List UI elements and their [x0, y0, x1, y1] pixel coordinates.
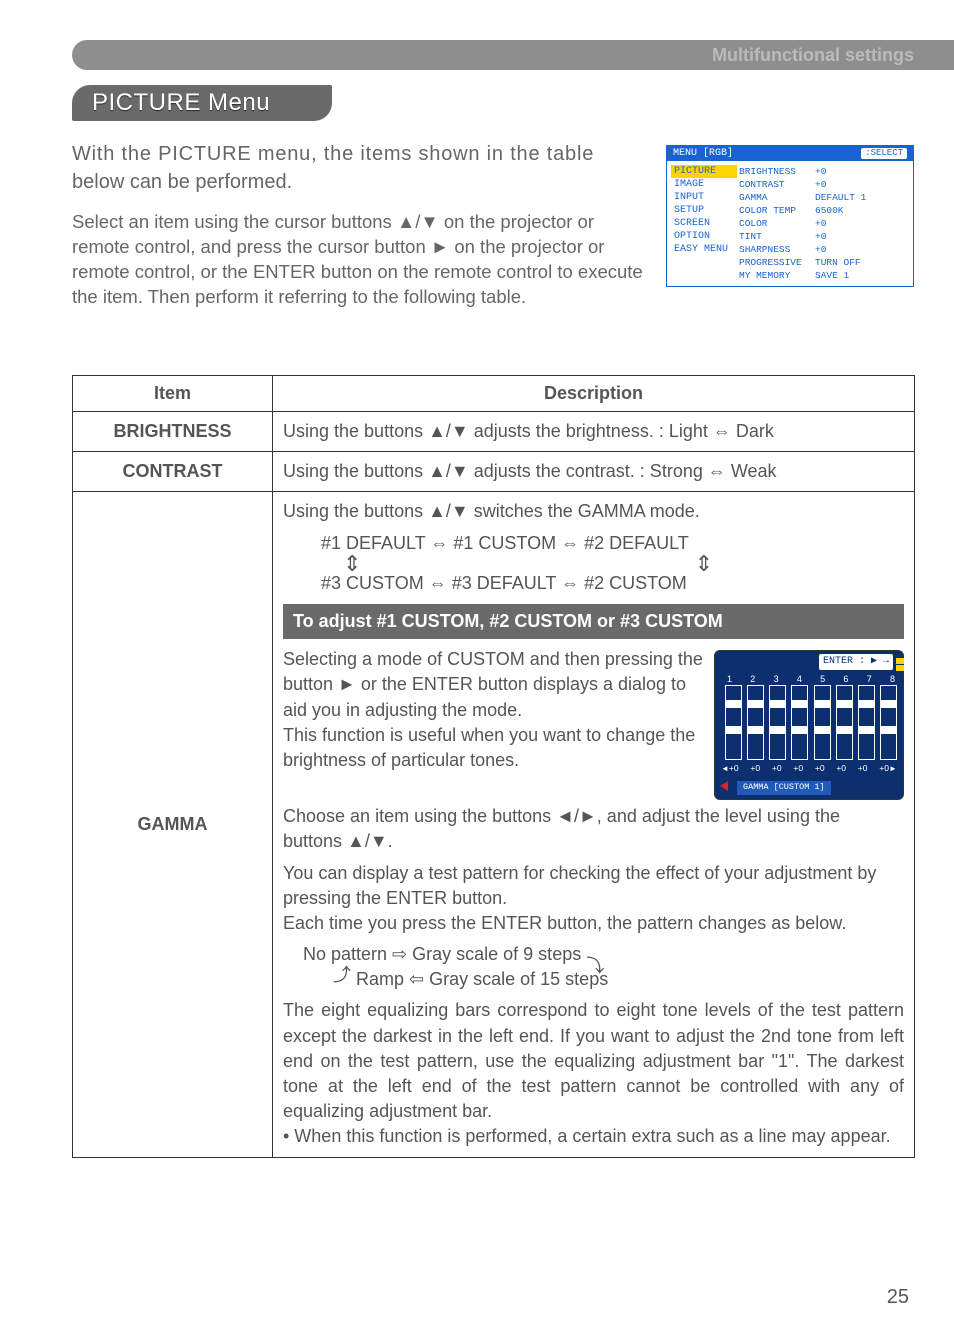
enter-eq-diagram: ENTER : ▶ → 1 2 3 4 5 6 7 8 +0: [714, 650, 904, 800]
osd-left-item-easymenu: EASY MENU: [671, 243, 737, 256]
yellow-slider-icon: [896, 657, 906, 677]
gamma-subheader: To adjust #1 CUSTOM, #2 CUSTOM or #3 CUS…: [283, 604, 904, 639]
osd-header: MENU [RGB] :SELECT: [667, 146, 913, 161]
section-title-chip: PICTURE Menu: [72, 85, 332, 121]
osd-r-colortemp: COLOR TEMP: [739, 205, 815, 216]
header-bar: Multifunctional settings: [72, 40, 954, 70]
eq-numbers: 1 2 3 4 5 6 7 8: [727, 673, 895, 686]
intro-paragraph-2: Select an item using the cursor buttons …: [72, 210, 652, 310]
osd-r-progressive: PROGRESSIVE: [739, 257, 815, 268]
osd-right-column: BRIGHTNESS+0 CONTRAST+0 GAMMADEFAULT 1 C…: [737, 165, 909, 282]
osd-left-column: PICTURE IMAGE INPUT SETUP SCREEN OPTION …: [671, 165, 737, 282]
osd-r-tint: TINT: [739, 231, 815, 242]
osd-select-badge: :SELECT: [861, 148, 907, 159]
osd-r-gamma: GAMMA: [739, 192, 815, 203]
osd-r-mymemory: MY MEMORY: [739, 270, 815, 281]
row-contrast-item: CONTRAST: [73, 452, 273, 492]
gamma-para3b: Each time you press the ENTER button, th…: [283, 911, 904, 936]
eq-bars: [725, 685, 897, 760]
row-brightness-desc: Using the buttons ▲/▼ adjusts the bright…: [273, 412, 915, 452]
gamma-flow2: Ramp ⇦ Gray scale of 15 steps: [356, 969, 608, 989]
gamma-flow1: No pattern ⇨ Gray scale of 9 steps: [303, 944, 581, 964]
osd-left-item-screen: SCREEN: [671, 217, 737, 230]
gamma-para3: You can display a test pattern for check…: [283, 861, 904, 911]
osd-r-color: COLOR: [739, 218, 815, 229]
col-item: Item: [73, 376, 273, 412]
gamma-para4: The eight equalizing bars correspond to …: [283, 998, 904, 1124]
osd-preview: MENU [RGB] :SELECT PICTURE IMAGE INPUT S…: [666, 145, 914, 287]
gamma-diag-line2: #3 CUSTOM ⇔ #3 DEFAULT ⇔ #2 CUSTOM: [321, 571, 904, 596]
osd-title: MENU [RGB]: [673, 148, 733, 159]
osd-left-item-input: INPUT: [671, 191, 737, 204]
osd-left-item-picture: PICTURE: [671, 165, 737, 178]
row-contrast-desc: Using the buttons ▲/▼ adjusts the contra…: [273, 452, 915, 492]
osd-r-brightness: BRIGHTNESS: [739, 166, 815, 177]
gamma-diag-line1: #1 DEFAULT ⇔ #1 CUSTOM ⇔ #2 DEFAULT: [321, 531, 904, 556]
row-brightness-item: BRIGHTNESS: [73, 412, 273, 452]
settings-table: Item Description BRIGHTNESS Using the bu…: [72, 375, 915, 1158]
gamma-para5: • When this function is performed, a cer…: [283, 1124, 904, 1149]
eq-values: +0 +0 +0 +0 +0 +0 +0 +0: [721, 763, 897, 775]
col-desc: Description: [273, 376, 915, 412]
osd-left-item-setup: SETUP: [671, 204, 737, 217]
gamma-custom-badge: GAMMA [CUSTOM 1]: [737, 781, 831, 795]
row-gamma-item: GAMMA: [73, 492, 273, 1157]
page-number: 25: [887, 1286, 909, 1309]
flow-down-arrow-icon: ⤵: [586, 954, 604, 979]
gamma-para2: Choose an item using the buttons ◄/►, an…: [283, 804, 904, 854]
enter-badge: ENTER : ▶ →: [819, 654, 893, 670]
red-triangle-icon: [720, 781, 728, 791]
section-title: PICTURE Menu: [92, 89, 270, 117]
cycle-arrow-icon: ⇕: [343, 558, 361, 569]
osd-left-item-image: IMAGE: [671, 178, 737, 191]
flow-up-arrow-icon: ⤴: [333, 963, 351, 988]
intro-paragraph-1: With the PICTURE menu, the items shown i…: [72, 140, 652, 196]
intro-p1-line1: With the PICTURE menu, the items shown i…: [72, 140, 652, 168]
cycle-arrow-icon: ⇕: [695, 558, 713, 569]
intro-p1-line2: below can be performed.: [72, 168, 652, 196]
osd-r-sharpness: SHARPNESS: [739, 244, 815, 255]
osd-left-item-option: OPTION: [671, 230, 737, 243]
osd-r-contrast: CONTRAST: [739, 179, 815, 190]
header-bar-text: Multifunctional settings: [712, 45, 914, 66]
gamma-line1: Using the buttons ▲/▼ switches the GAMMA…: [283, 499, 904, 524]
row-gamma-desc: Using the buttons ▲/▼ switches the GAMMA…: [273, 492, 915, 1157]
